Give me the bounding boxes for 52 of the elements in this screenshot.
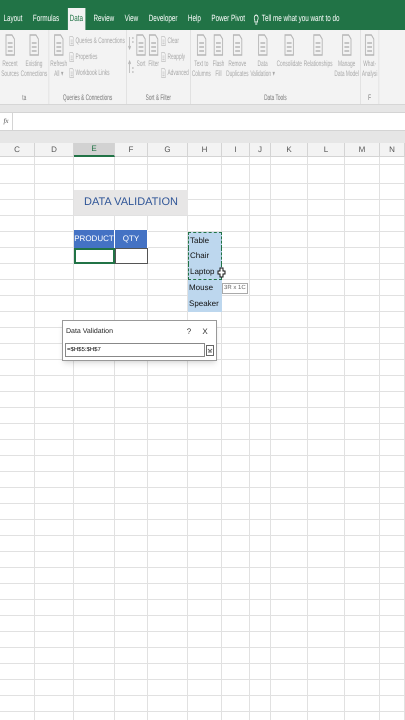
document-icon <box>213 34 224 56</box>
document-icon <box>341 34 352 56</box>
group-label: Queries & Connections <box>62 92 114 104</box>
ribbon-tab[interactable]: Data <box>68 8 86 30</box>
group-label: Sort & Filter <box>144 92 172 104</box>
group-label: F <box>367 92 372 104</box>
list-cell[interactable]: Table <box>188 232 222 248</box>
column-header[interactable]: E <box>74 143 115 157</box>
ribbon-tab[interactable]: Layout <box>1 8 25 30</box>
ribbon-tab[interactable]: Review <box>91 8 116 30</box>
document-icon <box>4 34 16 56</box>
ribbon-tab[interactable]: Formulas <box>30 8 62 30</box>
column-header[interactable]: K <box>271 143 308 157</box>
document-icon <box>257 34 268 56</box>
column-header[interactable]: G <box>148 143 188 157</box>
table-header-cell: PRODUCT <box>74 230 115 248</box>
ribbon-tab[interactable]: View <box>122 8 140 30</box>
column-header[interactable]: H <box>188 143 222 157</box>
group-label: ta <box>21 92 28 104</box>
help-button[interactable]: ? <box>181 326 197 338</box>
column-header[interactable]: J <box>250 143 271 157</box>
ribbon-tab[interactable]: Developer <box>146 8 180 30</box>
table-header-cell: QTY <box>115 230 148 248</box>
group-label: Data Tools <box>263 92 288 104</box>
selected-cell[interactable] <box>74 248 115 264</box>
column-header[interactable]: C <box>0 143 35 157</box>
tell-me-field[interactable]: Tell me what you want to do <box>262 12 340 26</box>
table-cell[interactable] <box>115 248 148 264</box>
document-icon <box>196 34 207 56</box>
close-button[interactable]: X <box>197 326 213 338</box>
list-cell[interactable]: Mouse <box>188 280 222 296</box>
ribbon-tab[interactable]: Power Pivot <box>209 8 248 30</box>
list-cell[interactable]: Chair <box>188 248 222 264</box>
column-header[interactable]: N <box>380 143 405 157</box>
document-icon <box>232 34 243 56</box>
document-icon <box>136 34 146 56</box>
document-icon <box>284 34 295 56</box>
document-icon <box>53 34 64 56</box>
list-cell[interactable]: Speaker <box>188 296 222 312</box>
column-header[interactable]: L <box>308 143 345 157</box>
move-cursor-icon <box>217 266 226 278</box>
list-cell[interactable]: Laptop <box>188 264 222 280</box>
title-cell: DATA VALIDATION <box>74 190 188 215</box>
document-icon <box>28 34 40 56</box>
lightbulb-icon <box>253 14 259 24</box>
document-icon <box>364 34 376 56</box>
column-header[interactable]: F <box>115 143 148 157</box>
column-header[interactable]: I <box>222 143 250 157</box>
column-header[interactable]: M <box>345 143 380 157</box>
collapse-icon[interactable] <box>206 344 214 356</box>
document-icon <box>312 34 324 56</box>
ribbon-tab[interactable]: Help <box>186 8 203 30</box>
